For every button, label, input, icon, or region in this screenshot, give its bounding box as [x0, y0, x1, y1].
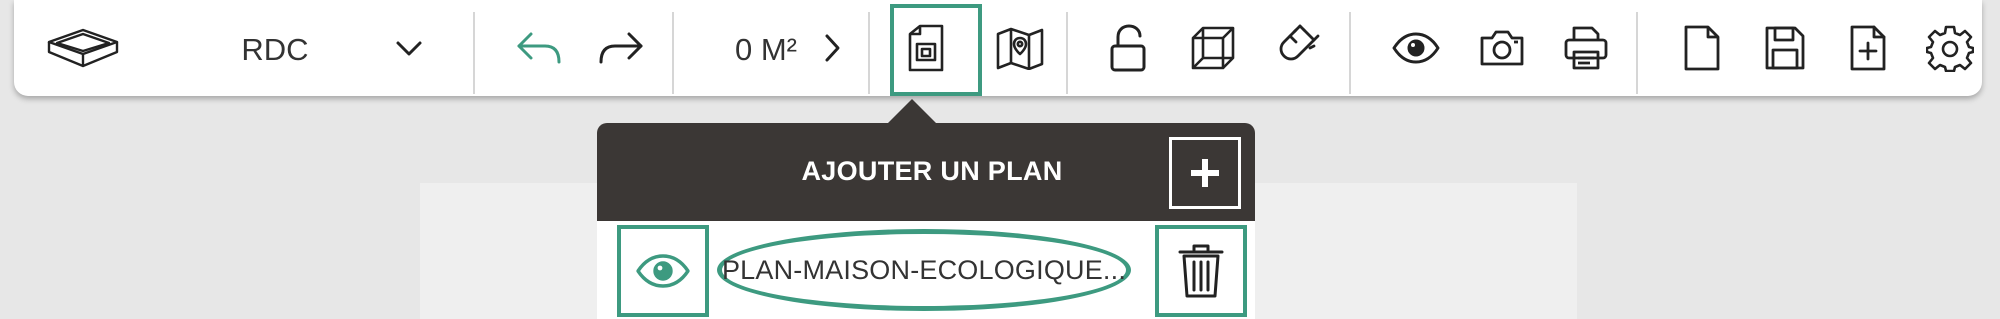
plan-name-field[interactable]: PLAN-MAISON-ECOLOGIQUE... — [717, 229, 1131, 311]
toolbar-divider — [868, 12, 870, 94]
wireframe-cube-icon[interactable] — [1177, 8, 1249, 88]
active-tool-highlight — [890, 4, 982, 96]
toolbar-divider — [473, 12, 475, 94]
toolbar-divider — [672, 12, 674, 94]
camera-icon[interactable] — [1466, 8, 1538, 88]
gear-icon[interactable] — [1914, 8, 1986, 88]
plan-name-label: PLAN-MAISON-ECOLOGIQUE... — [721, 254, 1127, 285]
level-select-label[interactable]: RDC — [210, 30, 340, 70]
trash-icon — [1178, 244, 1224, 298]
toolbar-divider — [1066, 12, 1068, 94]
delete-plan-button[interactable] — [1155, 225, 1247, 317]
eye-icon[interactable] — [1380, 8, 1452, 88]
folded-map-icon[interactable] — [982, 8, 1058, 88]
main-toolbar: RDC 0 M² — [14, 0, 1982, 96]
popup-header: AJOUTER UN PLAN — [597, 123, 1255, 221]
undo-arrow-icon[interactable] — [504, 8, 574, 88]
plan-visibility-toggle[interactable] — [617, 225, 709, 317]
add-plan-button[interactable] — [1169, 137, 1241, 209]
eye-icon — [636, 254, 690, 288]
printer-icon[interactable] — [1550, 8, 1622, 88]
blank-document-icon[interactable] — [1666, 8, 1738, 88]
chevron-down-icon[interactable] — [384, 8, 434, 88]
redo-arrow-icon[interactable] — [586, 8, 656, 88]
unlocked-padlock-icon[interactable] — [1092, 8, 1164, 88]
magnet-icon[interactable] — [1262, 8, 1334, 88]
plan-list-item: PLAN-MAISON-ECOLOGIQUE... — [597, 221, 1255, 319]
box-3d-icon[interactable] — [38, 8, 128, 88]
toolbar-divider — [1636, 12, 1638, 94]
toolbar-divider — [1349, 12, 1351, 94]
add-plan-popup: AJOUTER UN PLAN PLAN-MAISON-ECOLOGIQUE..… — [597, 99, 1255, 319]
document-plus-icon[interactable] — [1832, 8, 1904, 88]
popup-pointer — [888, 99, 936, 123]
floppy-disk-icon[interactable] — [1749, 8, 1821, 88]
area-total-label: 0 M² — [735, 32, 797, 67]
chevron-right-icon[interactable] — [812, 8, 852, 88]
popup-title: AJOUTER UN PLAN — [801, 156, 1063, 186]
plus-icon — [1191, 159, 1219, 187]
